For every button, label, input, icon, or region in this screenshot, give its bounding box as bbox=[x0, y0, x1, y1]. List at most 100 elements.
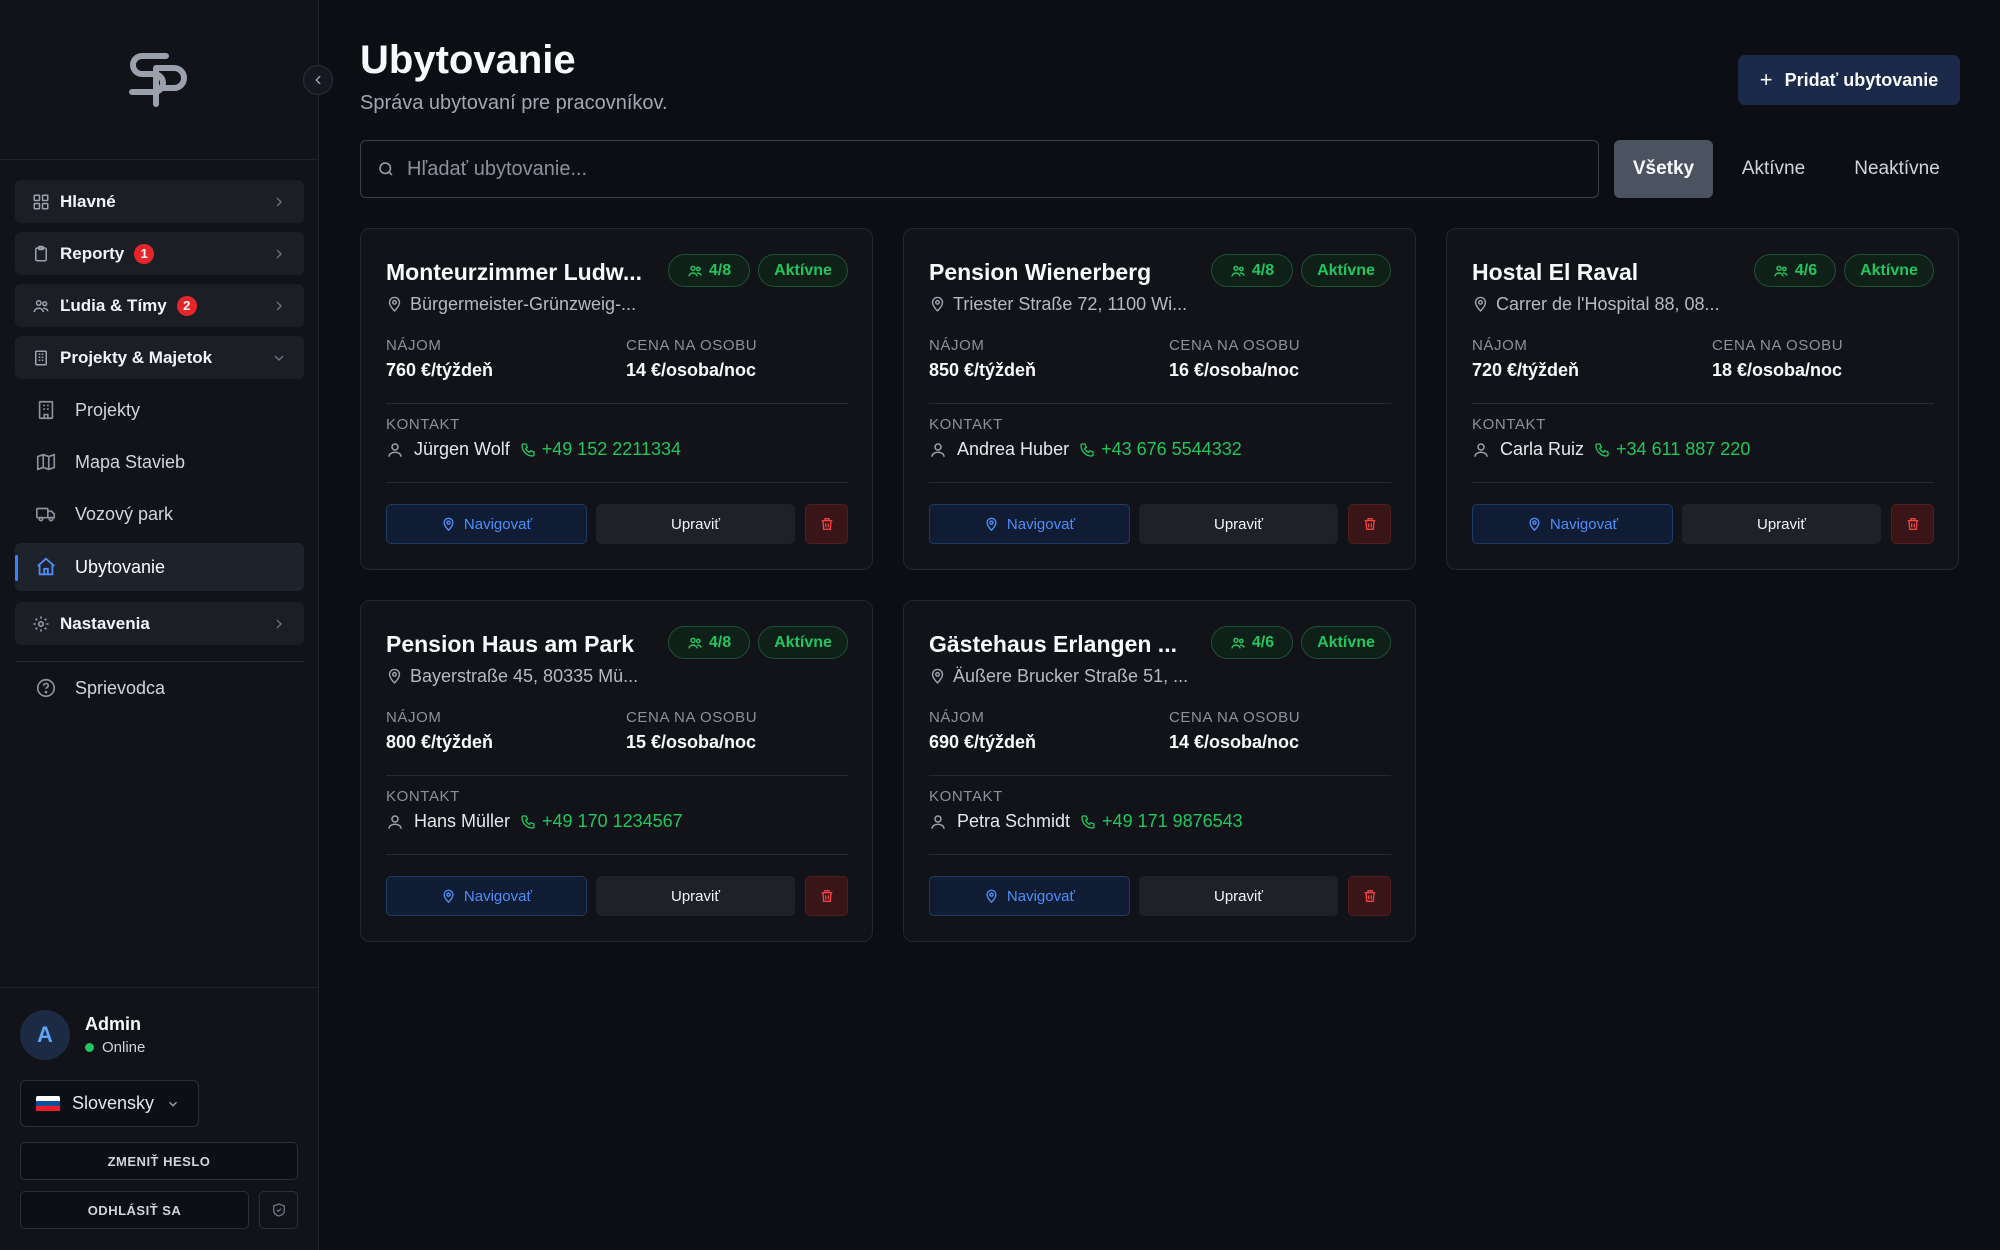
slovak-flag-icon bbox=[36, 1095, 60, 1112]
filter-all[interactable]: Všetky bbox=[1614, 140, 1713, 198]
card-title: Hostal El Raval bbox=[1472, 259, 1639, 285]
edit-button[interactable]: Upraviť bbox=[596, 876, 795, 916]
card-divider bbox=[1472, 403, 1934, 404]
card-address: Äußere Brucker Straße 51, ... bbox=[929, 666, 1188, 687]
delete-button[interactable] bbox=[1348, 504, 1391, 544]
user-name: Admin bbox=[85, 1014, 141, 1034]
sidebar-item-sprievodca[interactable]: Sprievodca bbox=[15, 664, 304, 712]
navigate-button[interactable]: Navigovať bbox=[386, 504, 587, 544]
navigate-button[interactable]: Navigovať bbox=[929, 876, 1130, 916]
accommodation-card: Monteurzimmer Ludw... 4/8 Aktívne Bürger… bbox=[360, 228, 873, 570]
navigate-button[interactable]: Navigovať bbox=[929, 504, 1130, 544]
building-icon bbox=[35, 399, 57, 421]
delete-button[interactable] bbox=[805, 876, 848, 916]
search-input[interactable] bbox=[407, 157, 1557, 181]
sidebar-item-projekty[interactable]: Projekty bbox=[15, 386, 304, 434]
trash-icon bbox=[1907, 518, 1918, 530]
delete-button[interactable] bbox=[1891, 504, 1934, 544]
accommodation-card: Gästehaus Erlangen ... 4/6 Aktívne Äußer… bbox=[903, 600, 1416, 942]
change-password-button[interactable]: ZMENIŤ HESLO bbox=[20, 1142, 298, 1180]
navigate-label: Navigovať bbox=[1006, 515, 1076, 533]
trash-icon bbox=[1364, 890, 1375, 902]
status-badge: Aktívne bbox=[758, 254, 848, 287]
delete-button[interactable] bbox=[805, 504, 848, 544]
chevron-right-icon bbox=[271, 616, 287, 632]
contact-label: KONTAKT bbox=[929, 788, 1003, 805]
accommodation-card: Pension Wienerberg 4/8 Aktívne Triester … bbox=[903, 228, 1416, 570]
sidebar-group-reporty[interactable]: Reporty 1 bbox=[15, 232, 304, 275]
chevron-right-icon bbox=[271, 194, 287, 210]
navigate-button[interactable]: Navigovať bbox=[386, 876, 587, 916]
contact-name: Carla Ruiz bbox=[1500, 439, 1585, 459]
add-accommodation-button[interactable]: + Pridať ubytovanie bbox=[1738, 55, 1960, 105]
sidebar-group-hlavne[interactable]: Hlavné bbox=[15, 180, 304, 223]
users-icon bbox=[1773, 263, 1789, 279]
sidebar-divider bbox=[15, 661, 304, 662]
phone-icon bbox=[1594, 442, 1610, 458]
contact-phone-link[interactable]: +34 611 887 220 bbox=[1616, 439, 1750, 460]
rent-value: 690 €/týždeň bbox=[929, 732, 1037, 752]
delete-button[interactable] bbox=[1348, 876, 1391, 916]
contact-label: KONTAKT bbox=[386, 788, 460, 805]
sidebar-group-ludia[interactable]: Ľudia & Tímy 2 bbox=[15, 284, 304, 327]
edit-button[interactable]: Upraviť bbox=[1682, 504, 1881, 544]
contact-phone-link[interactable]: +43 676 5544332 bbox=[1101, 439, 1242, 460]
security-button[interactable] bbox=[259, 1191, 298, 1229]
sidebar-item-mapa-stavieb[interactable]: Mapa Stavieb bbox=[15, 438, 304, 486]
sidebar-item-vozovy-park[interactable]: Vozový park bbox=[15, 490, 304, 538]
language-select[interactable]: Slovensky bbox=[20, 1080, 199, 1127]
trash-icon bbox=[821, 518, 832, 530]
map-icon bbox=[35, 451, 57, 473]
card-address: Carrer de l'Hospital 88, 08... bbox=[1472, 294, 1720, 315]
chevron-left-icon bbox=[315, 75, 321, 85]
occupancy-value: 4/6 bbox=[1251, 633, 1275, 651]
sidebar-group-nastavenia[interactable]: Nastavenia bbox=[15, 602, 304, 645]
occupancy-value: 4/8 bbox=[708, 261, 732, 279]
occupancy-value: 4/6 bbox=[1794, 261, 1818, 279]
card-divider bbox=[1472, 482, 1934, 483]
search-icon bbox=[377, 160, 395, 178]
rent-label: NÁJOM bbox=[1472, 337, 1528, 354]
price-label: CENA NA OSOBU bbox=[1169, 337, 1301, 354]
map-pin-icon bbox=[386, 668, 403, 685]
filter-active[interactable]: Aktívne bbox=[1728, 140, 1819, 198]
navigate-button[interactable]: Navigovať bbox=[1472, 504, 1673, 544]
grid-icon bbox=[32, 193, 50, 211]
contact-label: KONTAKT bbox=[1472, 416, 1546, 433]
edit-button[interactable]: Upraviť bbox=[1139, 876, 1338, 916]
user-icon bbox=[386, 441, 404, 459]
sidebar-item-ubytovanie[interactable]: Ubytovanie bbox=[15, 543, 304, 591]
price-value: 18 €/osoba/noc bbox=[1712, 360, 1843, 380]
card-divider bbox=[929, 775, 1391, 776]
building-icon bbox=[32, 349, 50, 367]
clipboard-icon bbox=[32, 245, 50, 263]
map-pin-icon bbox=[1472, 296, 1489, 313]
contact-name: Andrea Huber bbox=[957, 439, 1070, 459]
map-pin-icon bbox=[929, 668, 946, 685]
page-subtitle: Správa ubytovaní pre pracovníkov. bbox=[360, 92, 668, 114]
address-text: Äußere Brucker Straße 51, ... bbox=[953, 666, 1189, 686]
card-divider bbox=[929, 482, 1391, 483]
avatar[interactable]: A bbox=[20, 1010, 70, 1060]
user-icon bbox=[929, 813, 947, 831]
occupancy-badge: 4/8 bbox=[668, 254, 750, 287]
contact-phone-link[interactable]: +49 171 9876543 bbox=[1102, 811, 1243, 832]
sidebar-group-projekty-majetok[interactable]: Projekty & Majetok bbox=[15, 336, 304, 379]
sidebar: Hlavné Reporty 1 Ľudia & Tímy 2 Projekty… bbox=[0, 0, 333, 1250]
occupancy-badge: 4/8 bbox=[1211, 254, 1293, 287]
rent-value: 720 €/týždeň bbox=[1472, 360, 1580, 380]
map-pin-icon bbox=[984, 517, 999, 532]
phone-icon bbox=[1080, 814, 1096, 830]
filter-inactive[interactable]: Neaktívne bbox=[1836, 140, 1958, 198]
page-title: Ubytovanie bbox=[360, 38, 576, 82]
language-label: Slovensky bbox=[72, 1093, 155, 1113]
edit-button[interactable]: Upraviť bbox=[596, 504, 795, 544]
occupancy-badge: 4/8 bbox=[668, 626, 750, 659]
users-icon bbox=[1230, 635, 1246, 651]
logout-button[interactable]: ODHLÁSIŤ SA bbox=[20, 1191, 249, 1229]
contact-phone-link[interactable]: +49 170 1234567 bbox=[542, 811, 683, 832]
navigate-label: Navigovať bbox=[1549, 515, 1619, 533]
sidebar-collapse-button[interactable] bbox=[303, 65, 333, 95]
edit-button[interactable]: Upraviť bbox=[1139, 504, 1338, 544]
contact-phone-link[interactable]: +49 152 2211334 bbox=[542, 439, 681, 460]
